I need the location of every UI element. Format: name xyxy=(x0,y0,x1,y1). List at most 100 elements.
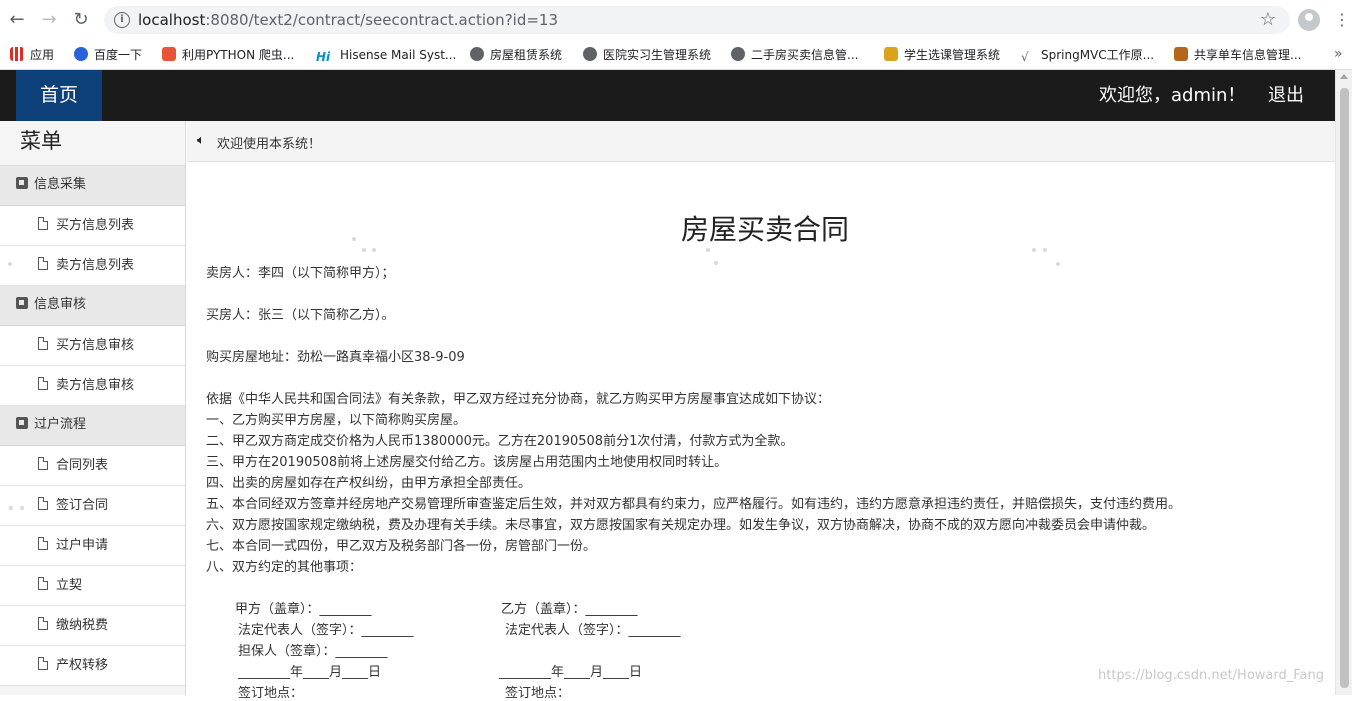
url-text[interactable]: localhost:8080/text2/contract/seecontrac… xyxy=(138,11,558,29)
menu-item-buyer-review[interactable]: 买方信息审核 xyxy=(0,326,185,366)
menu-item-label: 签订合同 xyxy=(56,498,109,513)
file-icon xyxy=(38,457,48,470)
speaker-icon: 🔈︎ xyxy=(197,133,205,148)
jianshu-icon xyxy=(162,47,176,61)
forward-arrow-icon[interactable]: → xyxy=(38,9,60,31)
menu-item-tax[interactable]: 缴纳税费 xyxy=(0,606,185,646)
app-header: 首页 欢迎您，admin！ 退出 xyxy=(0,70,1352,121)
group-label: 信息审核 xyxy=(34,297,87,312)
clause-3: 三、甲方在20190508前将上述房屋交付给乙方。该房屋占用范围内土地使用权同时… xyxy=(206,455,728,470)
decor-dot xyxy=(372,248,376,252)
file-icon xyxy=(38,217,48,230)
bookmark-hospital[interactable]: 医院实习生管理系统 xyxy=(583,46,711,64)
menu-item-contract-list[interactable]: 合同列表 xyxy=(0,446,185,486)
home-nav-button[interactable]: 首页 xyxy=(16,70,102,121)
file-icon xyxy=(38,497,48,510)
party-b-rep: 法定代表人（签字）：________ xyxy=(505,623,681,638)
scrollbar-thumb[interactable] xyxy=(1340,88,1349,688)
bookmark-label: 二手房买卖信息管... xyxy=(751,48,859,62)
globe-icon xyxy=(731,47,745,61)
clause-intro: 依据《中华人民共和国合同法》有关条款，甲乙双方经过充分协商，就乙方购买甲方房屋事… xyxy=(206,392,831,407)
group-label: 过户流程 xyxy=(34,417,87,432)
notice-text: 欢迎使用本系统！ xyxy=(217,137,322,152)
sidebar-menu: 菜单 信息采集 买方信息列表 卖方信息列表 信息审核 买方信息审核 卖方信息审核… xyxy=(0,121,186,695)
file-icon xyxy=(38,657,48,670)
file-icon xyxy=(38,617,48,630)
address-bar[interactable]: i localhost:8080/text2/contract/seecontr… xyxy=(104,6,1290,34)
bookmark-bike[interactable]: 共享单车信息管理... xyxy=(1174,46,1301,64)
menu-item-deed[interactable]: 立契 xyxy=(0,566,185,606)
group-info-collection[interactable]: 信息采集 xyxy=(0,166,185,206)
springmvc-icon: √ xyxy=(1021,50,1029,64)
notice-bar: 🔈︎ 欢迎使用本系统！ xyxy=(187,121,1335,162)
decor-dot xyxy=(362,248,366,252)
welcome-text: 欢迎您，admin！ xyxy=(1099,85,1246,106)
file-icon xyxy=(38,537,48,550)
bookmark-label: 房屋租赁系统 xyxy=(490,48,563,62)
group-icon xyxy=(16,297,28,309)
bookmark-star-icon[interactable]: ☆ xyxy=(1260,9,1276,30)
buyer-line: 买房人：张三（以下简称乙方）。 xyxy=(206,308,395,323)
group-transfer-process[interactable]: 过户流程 xyxy=(0,406,185,446)
browser-toolbar: ← → ↻ i localhost:8080/text2/contract/se… xyxy=(0,0,1352,40)
menu-item-buyer-list[interactable]: 买方信息列表 xyxy=(0,206,185,246)
apps-grid-icon xyxy=(10,47,24,61)
menu-item-label: 立契 xyxy=(56,578,83,593)
scroll-up-icon[interactable] xyxy=(1340,74,1348,79)
menu-title: 菜单 xyxy=(0,121,185,166)
party-b-date: ________年____月____日 xyxy=(499,665,643,680)
bookmark-python[interactable]: 利用PYTHON 爬虫... xyxy=(162,46,294,64)
decor-dot xyxy=(1056,262,1060,266)
clause-8: 八、双方约定的其他事项： xyxy=(206,560,363,575)
globe-icon xyxy=(470,47,484,61)
bookmark-label: 医院实习生管理系统 xyxy=(603,48,712,62)
decor-dot xyxy=(706,248,710,252)
menu-item-seller-review[interactable]: 卖方信息审核 xyxy=(0,366,185,406)
menu-item-seller-list[interactable]: 卖方信息列表 xyxy=(0,246,185,286)
bookmark-label: 应用 xyxy=(30,48,55,62)
group-label: 信息采集 xyxy=(34,177,87,192)
bookmark-secondhand[interactable]: 二手房买卖信息管... xyxy=(731,46,858,64)
reload-icon[interactable]: ↻ xyxy=(70,9,92,31)
menu-item-label: 产权转移 xyxy=(56,658,109,673)
decor-dot xyxy=(8,262,12,266)
bookmark-course[interactable]: 学生选课管理系统 xyxy=(884,46,1000,64)
bookmark-label: 利用PYTHON 爬虫... xyxy=(182,48,295,62)
group-icon xyxy=(16,177,28,189)
party-a-place: 签订地点： xyxy=(238,686,304,701)
file-icon xyxy=(38,257,48,270)
menu-item-sign-contract[interactable]: 签订合同 xyxy=(0,486,185,526)
bookmarks-bar: 应用 百度一下 利用PYTHON 爬虫... Hi Hisense Mail Sy… xyxy=(0,40,1352,70)
clause-5: 五、本合同经双方签章并经房地产交易管理所审查鉴定后生效，并对双方都具有约束力，应… xyxy=(206,497,1182,512)
bookmark-baidu[interactable]: 百度一下 xyxy=(74,46,142,64)
decor-dot xyxy=(714,261,718,265)
menu-item-label: 卖方信息列表 xyxy=(56,258,135,273)
bookmark-springmvc[interactable]: √ SpringMVC工作原... xyxy=(1021,46,1154,64)
back-arrow-icon[interactable]: ← xyxy=(6,9,28,31)
globe-icon xyxy=(583,47,597,61)
menu-item-label: 过户申请 xyxy=(56,538,109,553)
party-b-seal: 乙方（盖章）：________ xyxy=(501,602,638,617)
clause-4: 四、出卖的房屋如存在产权纠纷，由甲方承担全部责任。 xyxy=(206,476,532,491)
party-a-seal: 甲方（盖章）：________ xyxy=(235,602,372,617)
clause-2: 二、甲乙双方商定成交价格为人民币1380000元。乙方在20190508前分1次… xyxy=(206,434,794,449)
bookmark-hisense[interactable]: Hi Hisense Mail Syst... xyxy=(316,46,456,64)
group-info-review[interactable]: 信息审核 xyxy=(0,286,185,326)
menu-item-label: 买方信息列表 xyxy=(56,218,135,233)
bookmark-label: SpringMVC工作原... xyxy=(1041,48,1155,62)
browser-menu-icon[interactable]: ⋮ xyxy=(1334,9,1350,31)
clause-7: 七、本合同一式四份，甲乙双方及税务部门各一份，房管部门一份。 xyxy=(206,539,597,554)
menu-item-label: 卖方信息审核 xyxy=(56,378,135,393)
menu-item-transfer-apply[interactable]: 过户申请 xyxy=(0,526,185,566)
bookmark-rental[interactable]: 房屋租赁系统 xyxy=(470,46,562,64)
bookmarks-overflow-icon[interactable]: » xyxy=(1334,46,1343,62)
page-scrollbar[interactable] xyxy=(1335,70,1352,695)
decor-dot xyxy=(1043,248,1047,252)
profile-avatar-icon[interactable] xyxy=(1298,9,1320,31)
logout-link[interactable]: 退出 xyxy=(1268,70,1304,121)
file-icon xyxy=(38,337,48,350)
info-icon[interactable]: i xyxy=(114,12,130,28)
menu-item-property-transfer[interactable]: 产权转移 xyxy=(0,646,185,686)
decor-dot xyxy=(9,506,13,510)
bookmark-apps[interactable]: 应用 xyxy=(10,46,54,64)
